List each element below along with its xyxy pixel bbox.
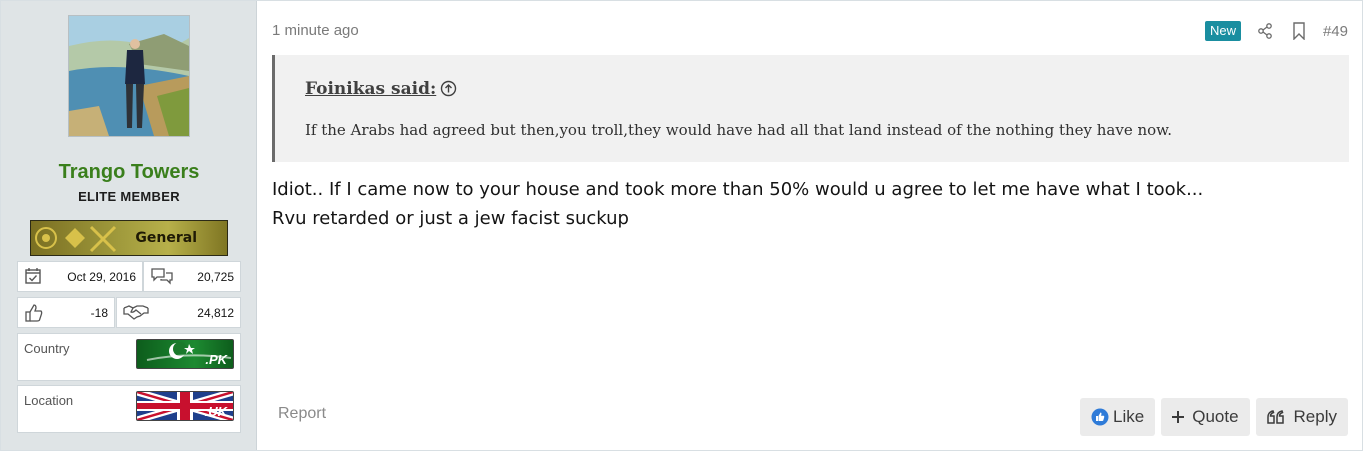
quote-text: If the Arabs had agreed but then,you tro… — [305, 121, 1173, 139]
report-link[interactable]: Report — [278, 405, 326, 423]
user-sidebar: Trango Towers ELITE MEMBER General Oct 2… — [1, 1, 257, 450]
location-field: Location .UK — [17, 385, 241, 433]
thumbs-up-icon — [24, 303, 44, 326]
joined-date: Oct 29, 2016 — [67, 270, 136, 284]
like-icon — [1091, 408, 1109, 426]
reply-label: Reply — [1293, 407, 1337, 426]
like-button[interactable]: Like — [1080, 398, 1156, 436]
reaction-score: -18 — [90, 306, 108, 320]
location-code: .UK — [204, 404, 227, 419]
messages-stat: 20,725 — [143, 261, 241, 292]
quote-label: Quote — [1192, 407, 1239, 426]
calendar-check-icon — [24, 267, 42, 288]
quote-block: Foinikas said: If the Arabs had agreed b… — [272, 55, 1349, 162]
avatar[interactable] — [68, 15, 190, 137]
uk-flag-icon: .UK — [136, 391, 234, 421]
avatar-image — [69, 16, 189, 136]
username[interactable]: Trango Towers — [1, 161, 257, 184]
post-number[interactable]: #49 — [1323, 23, 1348, 40]
points-count: 24,812 — [197, 306, 234, 320]
arrow-up-circle-icon[interactable] — [440, 80, 457, 102]
quote-marks-icon — [1266, 410, 1285, 424]
messages-count: 20,725 — [197, 270, 234, 284]
bookmark-icon[interactable] — [1289, 21, 1309, 41]
forum-post: Trango Towers ELITE MEMBER General Oct 2… — [0, 0, 1363, 451]
post-footer-actions: Like Quote Reply — [1074, 398, 1348, 436]
post-timestamp[interactable]: 1 minute ago — [272, 22, 359, 39]
handshake-icon — [123, 303, 149, 324]
post-header-actions: New #49 — [1204, 21, 1348, 41]
reaction-stat: -18 — [17, 297, 115, 328]
country-code: .PK — [205, 352, 227, 367]
message-line: Idiot.. If I came now to your house and … — [272, 179, 1204, 200]
message-line: Rvu retarded or just a jew facist suckup — [272, 208, 629, 229]
post-message: Idiot.. If I came now to your house and … — [272, 175, 1203, 233]
quote-button[interactable]: Quote — [1161, 398, 1250, 436]
pakistan-flag-icon: .PK — [136, 339, 234, 369]
country-field: Country .PK — [17, 333, 241, 381]
new-badge: New — [1204, 21, 1241, 41]
joined-stat: Oct 29, 2016 — [17, 261, 143, 292]
rank-insignia-icon — [35, 225, 117, 253]
quote-author[interactable]: Foinikas said: — [305, 79, 436, 99]
location-label: Location — [24, 393, 74, 408]
speech-bubbles-icon — [150, 267, 174, 288]
share-icon[interactable] — [1255, 21, 1275, 41]
like-label: Like — [1113, 407, 1145, 426]
user-title: ELITE MEMBER — [78, 189, 180, 204]
rank-banner: General — [30, 220, 228, 256]
plus-icon — [1172, 411, 1185, 423]
country-label: Country — [24, 341, 70, 356]
rank-label: General — [135, 230, 197, 246]
post-main: 1 minute ago New #49 Foinikas said: If t… — [257, 1, 1362, 450]
reply-button[interactable]: Reply — [1255, 398, 1348, 436]
points-stat: 24,812 — [116, 297, 241, 328]
